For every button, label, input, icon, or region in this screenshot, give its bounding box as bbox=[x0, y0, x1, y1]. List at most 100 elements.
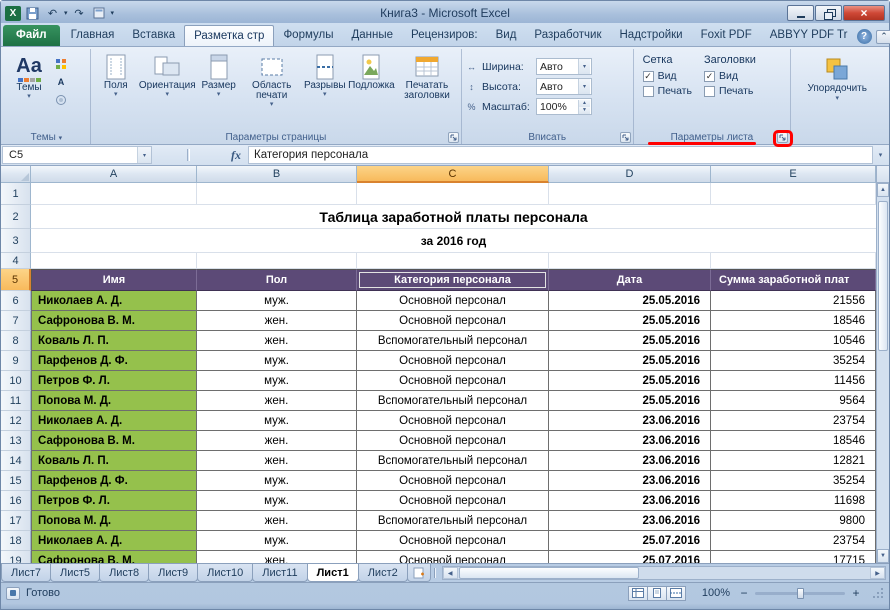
page-setup-dialog-launcher[interactable] bbox=[447, 132, 459, 143]
cell[interactable]: 23754 bbox=[711, 411, 876, 431]
zoom-out-button[interactable]: − bbox=[738, 586, 750, 600]
formula-input[interactable]: Категория персонала bbox=[248, 146, 873, 164]
cell[interactable]: 23.06.2016 bbox=[549, 411, 711, 431]
sheet-options-dialog-launcher[interactable] bbox=[777, 132, 789, 143]
cell[interactable]: Основной персонал bbox=[357, 291, 549, 311]
row-header-selected[interactable]: 5 bbox=[1, 269, 31, 291]
cell[interactable]: 23.06.2016 bbox=[549, 431, 711, 451]
tab-file[interactable]: Файл bbox=[3, 25, 60, 46]
cell[interactable]: жен. bbox=[197, 331, 357, 351]
gridlines-view-checkbox[interactable]: ✓ Вид bbox=[642, 70, 692, 82]
selected-cell[interactable]: Категория персонала bbox=[357, 269, 549, 291]
cell[interactable]: 25.05.2016 bbox=[549, 371, 711, 391]
sheet-tab[interactable]: Лист7 bbox=[1, 564, 52, 582]
width-select[interactable]: Авто ▾ bbox=[535, 58, 592, 75]
normal-view-button[interactable] bbox=[627, 585, 648, 601]
orientation-button[interactable]: Ориентация ▾ bbox=[138, 52, 197, 128]
tab-formulas[interactable]: Формулы bbox=[274, 25, 342, 46]
undo-caret-icon[interactable]: ▾ bbox=[64, 9, 68, 17]
row-header[interactable]: 18 bbox=[1, 531, 31, 551]
cell[interactable] bbox=[357, 253, 549, 269]
scale-stepper[interactable]: 100% ▲ ▼ bbox=[535, 98, 592, 115]
margins-button[interactable]: Поля ▾ bbox=[94, 52, 138, 128]
cell[interactable]: муж. bbox=[197, 411, 357, 431]
print-area-button[interactable]: Область печати ▾ bbox=[241, 52, 303, 128]
minimize-button[interactable] bbox=[787, 5, 814, 21]
zoom-track[interactable] bbox=[755, 587, 845, 599]
headings-print-checkbox[interactable]: Печать bbox=[703, 85, 756, 97]
row-header[interactable]: 1 bbox=[1, 183, 31, 205]
tab-view[interactable]: Вид bbox=[487, 25, 526, 46]
table-title-cell[interactable]: Таблица заработной платы персонала bbox=[31, 205, 876, 229]
cell[interactable]: 23.06.2016 bbox=[549, 471, 711, 491]
cell[interactable]: Парфенов Д. Ф. bbox=[31, 351, 197, 371]
row-header[interactable]: 3 bbox=[1, 229, 31, 253]
cell[interactable] bbox=[197, 253, 357, 269]
cell[interactable]: Основной персонал bbox=[357, 311, 549, 331]
row-header[interactable]: 4 bbox=[1, 253, 31, 269]
theme-colors-button[interactable] bbox=[52, 56, 70, 72]
cell[interactable]: 17715 bbox=[711, 551, 876, 563]
macro-record-button[interactable] bbox=[6, 586, 20, 600]
tab-review[interactable]: Рецензиров: bbox=[402, 25, 487, 46]
cell[interactable]: 21556 bbox=[711, 291, 876, 311]
cell[interactable]: Николаев А. Д. bbox=[31, 291, 197, 311]
row-header[interactable]: 13 bbox=[1, 431, 31, 451]
cell[interactable]: жен. bbox=[197, 391, 357, 411]
vertical-scrollbar[interactable]: ▲ ▼ bbox=[876, 166, 889, 563]
theme-effects-button[interactable] bbox=[52, 92, 70, 108]
cell[interactable]: Петров Ф. Л. bbox=[31, 491, 197, 511]
sheet-tab[interactable]: Лист2 bbox=[357, 564, 408, 582]
cell[interactable]: Вспомогательный персонал bbox=[357, 331, 549, 351]
cell[interactable]: муж. bbox=[197, 291, 357, 311]
headings-view-checkbox[interactable]: ✓ Вид bbox=[703, 70, 756, 82]
cell[interactable]: Петров Ф. Л. bbox=[31, 371, 197, 391]
cell[interactable] bbox=[549, 183, 711, 205]
tab-splitter-handle[interactable] bbox=[431, 564, 439, 582]
sheet-tab[interactable]: Лист8 bbox=[99, 564, 150, 582]
row-header[interactable]: 12 bbox=[1, 411, 31, 431]
breaks-button[interactable]: Разрывы ▾ bbox=[303, 52, 347, 128]
cell[interactable]: 25.05.2016 bbox=[549, 391, 711, 411]
row-header[interactable]: 14 bbox=[1, 451, 31, 471]
cell[interactable]: 11456 bbox=[711, 371, 876, 391]
cell[interactable]: 9564 bbox=[711, 391, 876, 411]
column-header[interactable]: B bbox=[197, 166, 357, 183]
tab-insert[interactable]: Вставка bbox=[123, 25, 184, 46]
cell[interactable] bbox=[357, 183, 549, 205]
cell[interactable]: Основной персонал bbox=[357, 351, 549, 371]
column-header[interactable]: D bbox=[549, 166, 711, 183]
header-cell[interactable]: Дата bbox=[549, 269, 711, 291]
select-all-corner[interactable] bbox=[1, 166, 31, 183]
cell[interactable] bbox=[711, 253, 876, 269]
column-header[interactable]: E bbox=[711, 166, 876, 183]
tab-addins[interactable]: Надстройки bbox=[611, 25, 692, 46]
cell[interactable]: муж. bbox=[197, 491, 357, 511]
scroll-right-icon[interactable]: ▶ bbox=[870, 567, 885, 579]
insert-function-button[interactable]: fx bbox=[224, 146, 248, 164]
calculator-button[interactable] bbox=[91, 5, 108, 21]
table-subtitle-cell[interactable]: за 2016 год bbox=[31, 229, 876, 253]
page-layout-view-button[interactable] bbox=[646, 585, 667, 601]
tab-page-layout[interactable]: Разметка стр bbox=[184, 25, 275, 46]
cell[interactable]: Вспомогательный персонал bbox=[357, 511, 549, 531]
page-break-view-button[interactable] bbox=[665, 585, 686, 601]
cell[interactable]: Николаев А. Д. bbox=[31, 531, 197, 551]
cell[interactable]: муж. bbox=[197, 531, 357, 551]
cell[interactable]: Основной персонал bbox=[357, 491, 549, 511]
cell[interactable]: Основной персонал bbox=[357, 431, 549, 451]
cell[interactable]: Вспомогательный персонал bbox=[357, 451, 549, 471]
sheet-tab[interactable]: Лист9 bbox=[148, 564, 199, 582]
cell[interactable]: Основной персонал bbox=[357, 411, 549, 431]
cell[interactable]: муж. bbox=[197, 351, 357, 371]
cell[interactable]: Коваль Л. П. bbox=[31, 451, 197, 471]
cell[interactable]: 35254 bbox=[711, 351, 876, 371]
restore-button[interactable] bbox=[815, 5, 842, 21]
zoom-thumb[interactable] bbox=[797, 587, 804, 599]
cell[interactable]: 18546 bbox=[711, 311, 876, 331]
cell[interactable]: 25.07.2016 bbox=[549, 531, 711, 551]
zoom-level-label[interactable]: 100% bbox=[702, 587, 730, 599]
tab-abbyy-pdf[interactable]: ABBYY PDF Tr bbox=[761, 25, 857, 46]
cell[interactable]: 35254 bbox=[711, 471, 876, 491]
cell[interactable] bbox=[31, 253, 197, 269]
